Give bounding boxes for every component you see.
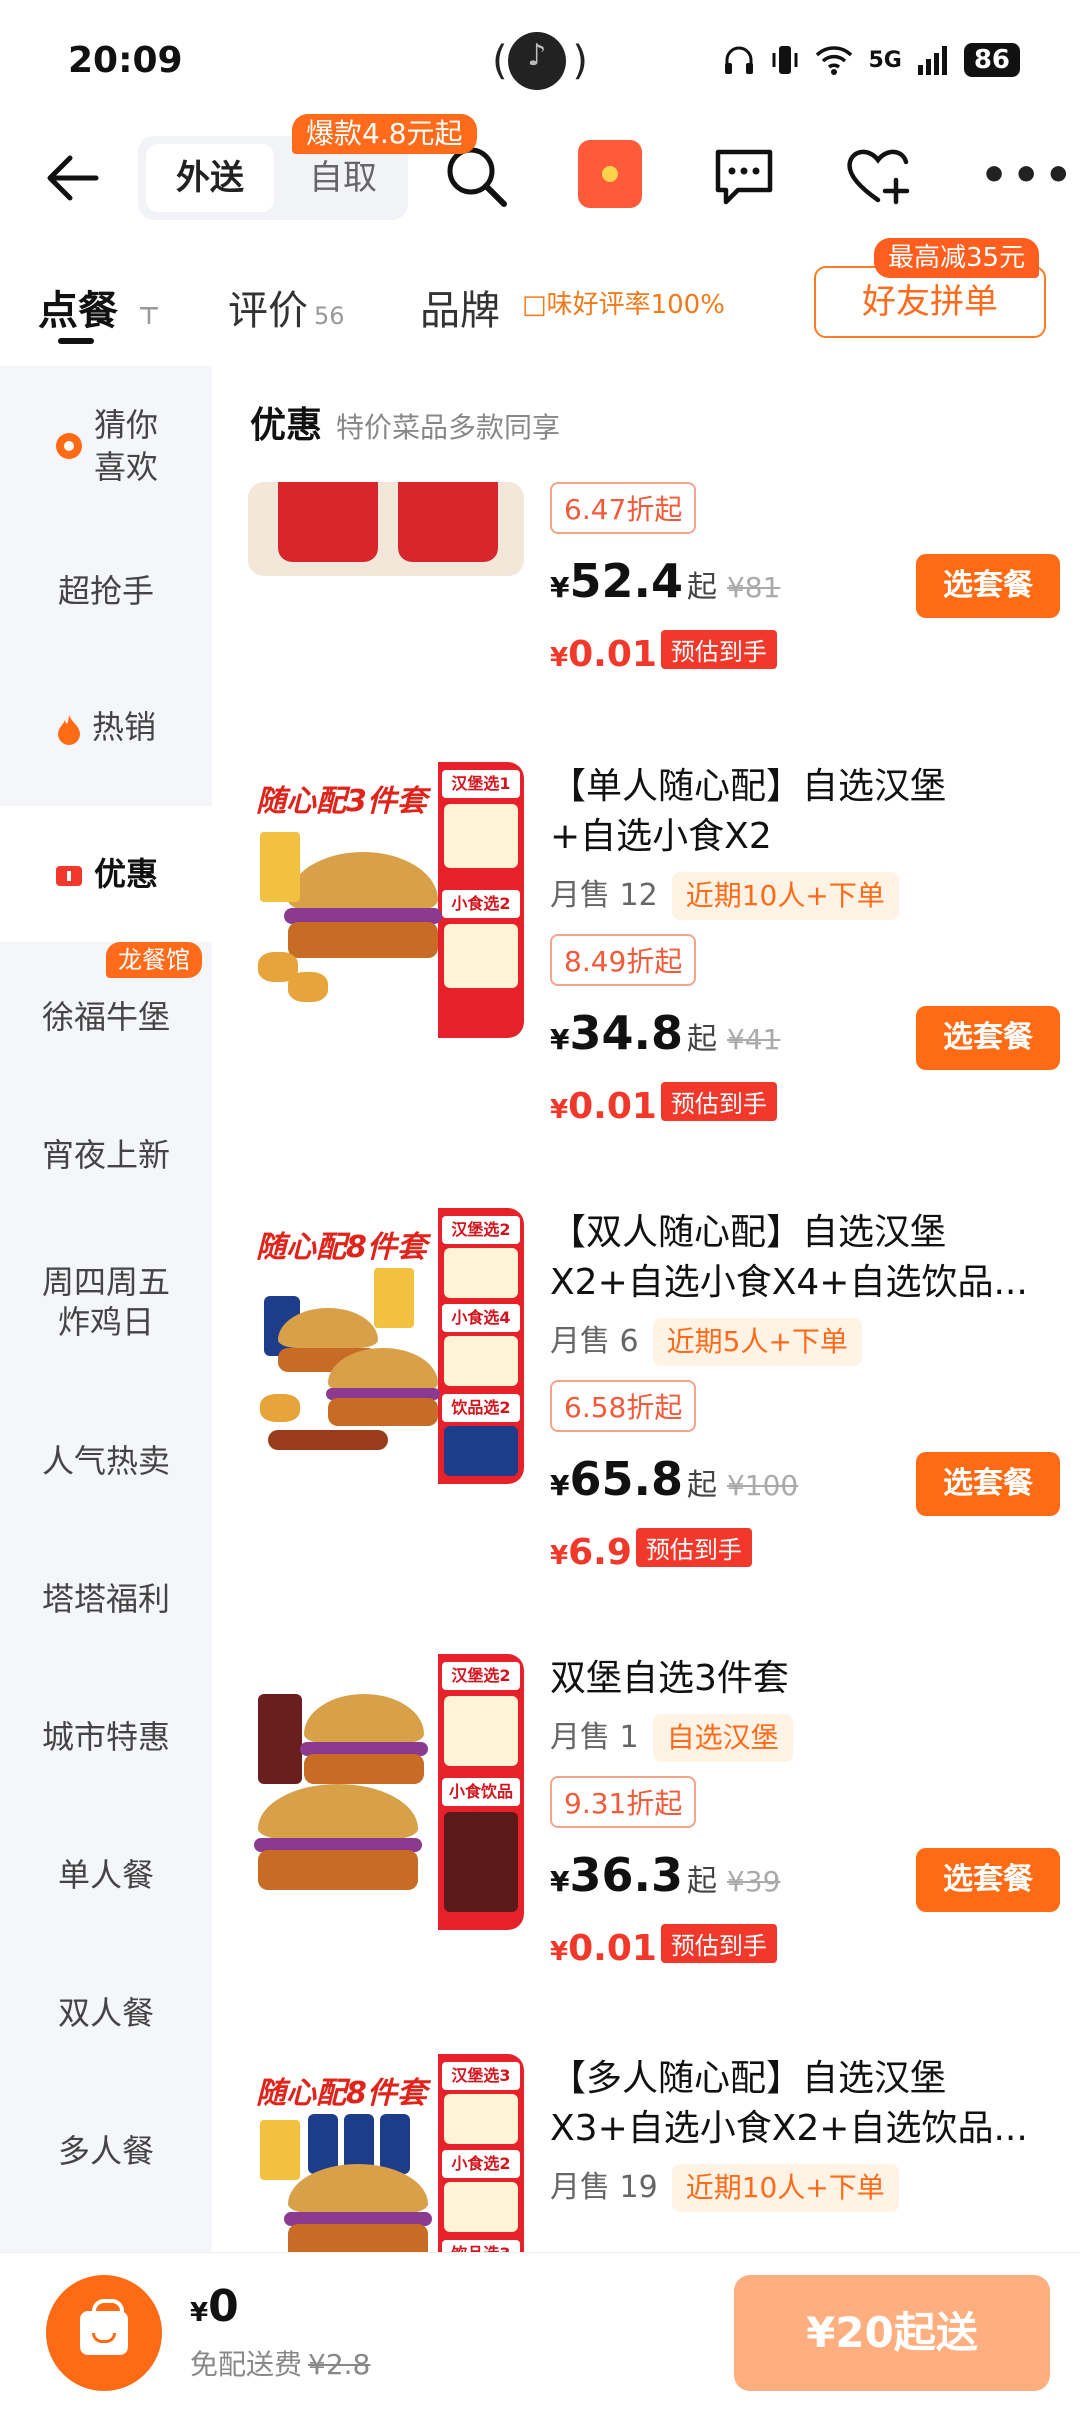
- monthly-sales: 月售 12: [550, 878, 658, 913]
- battery-indicator: 86: [963, 43, 1020, 77]
- discount-badge: 6.47折起: [550, 482, 697, 534]
- vibrate-icon: [770, 43, 800, 77]
- select-combo-button[interactable]: 选套餐: [916, 1452, 1060, 1516]
- sidebar-item-single-meal[interactable]: 单人餐: [0, 1850, 212, 1896]
- music-indicator[interactable]: ( ♪ ): [492, 28, 588, 92]
- product-image: [248, 482, 524, 576]
- recent-orders-tag: 近期10人+下单: [671, 872, 899, 920]
- cart-total: ¥0: [190, 2281, 239, 2332]
- heart-plus-icon: [847, 149, 910, 205]
- estimated-price: ¥0.01: [550, 1086, 657, 1127]
- category-sidebar: 猜你 喜欢 超抢手 热销 优惠 龙餐馆 徐福牛堡 宵夜上新 周四周五 炸鸡日 人…: [0, 366, 212, 2252]
- back-button[interactable]: [40, 146, 104, 210]
- status-bar: 20:09 ( ♪ ) 5G 86: [0, 0, 1080, 120]
- sidebar-item-discount[interactable]: 优惠: [0, 806, 212, 942]
- sidebar-item-tata-welfare[interactable]: 塔塔福利: [0, 1574, 212, 1620]
- product-image: 随心配3件套 汉堡选1 小食选2: [248, 762, 524, 1038]
- estimated-tag: 预估到手: [660, 1082, 777, 1121]
- back-arrow-icon: [47, 155, 99, 201]
- cart-bar: ¥0 免配送费 ¥2.8 ¥20起送: [0, 2252, 1080, 2412]
- estimated-price: ¥0.01: [550, 1928, 657, 1969]
- sidebar-item-best-seller[interactable]: 热销: [0, 702, 212, 748]
- discount-badge: 6.58折起: [550, 1380, 697, 1432]
- eye-icon: [54, 431, 84, 461]
- sidebar-item-popular[interactable]: 人气热卖: [0, 1436, 212, 1482]
- sidebar-item-xufu-burger[interactable]: 徐福牛堡: [0, 992, 212, 1038]
- product-name: 双堡自选3件套: [550, 1658, 789, 1699]
- recent-orders-tag: 近期5人+下单: [652, 1318, 862, 1366]
- wifi-icon: [814, 43, 854, 77]
- discount-badge: 9.31折起: [550, 1776, 697, 1828]
- system-icons: 5G 86: [722, 38, 1020, 82]
- signal-icon: [916, 43, 950, 77]
- section-header: 优惠 特价菜品多款同享: [250, 396, 560, 448]
- product-image: 随心配8件套 汉堡选3 小食选2 饮品选3: [248, 2054, 524, 2252]
- store-tabs: 点餐 ⊤ 评价 56 品牌 □味好评率100% 好友拼单 最高减35元: [0, 238, 1080, 358]
- product-list: 优惠 特价菜品多款同享 6.47折起 ¥52.4 起 ¥81 选套餐 ¥0.01 预估到…: [212, 366, 1080, 2252]
- monthly-sales: 月售 1: [550, 1720, 639, 1755]
- monthly-sales: 月售 19: [550, 2170, 658, 2205]
- estimated-tag: 预估到手: [660, 630, 777, 669]
- promo-tag: 爆款4.8元起: [292, 114, 477, 154]
- tab-order[interactable]: 点餐 ⊤: [38, 278, 160, 336]
- checkout-button[interactable]: ¥20起送: [734, 2275, 1050, 2391]
- sidebar-item-late-night[interactable]: 宵夜上新: [0, 1130, 212, 1176]
- coupon-icon: [54, 861, 84, 891]
- dragon-restaurant-tag: 龙餐馆: [106, 942, 202, 978]
- tab-reviews[interactable]: 评价 56: [228, 278, 345, 336]
- sidebar-item-guess[interactable]: 猜你 喜欢: [0, 404, 212, 488]
- original-price: ¥100: [726, 1469, 799, 1502]
- flame-icon: [56, 713, 82, 745]
- sidebar-item-city-deal[interactable]: 城市特惠: [0, 1712, 212, 1758]
- select-combo-button[interactable]: 选套餐: [916, 1848, 1060, 1912]
- delivery-fee: 免配送费 ¥2.8: [190, 2348, 371, 2381]
- pin-top-icon: ⊤: [137, 302, 160, 330]
- cart-button[interactable]: [46, 2275, 162, 2391]
- message-button[interactable]: [708, 140, 780, 212]
- group-discount-tag: 最高减35元: [874, 238, 1040, 278]
- section-subtitle: 特价菜品多款同享: [336, 411, 561, 444]
- sidebar-item-fried-chicken-day[interactable]: 周四周五 炸鸡日: [0, 1262, 212, 1342]
- discount-badge: 8.49折起: [550, 934, 697, 986]
- top-nav: 外送 自取 •••: [0, 120, 1080, 230]
- product-image: 汉堡选2 小食饮品选1: [248, 1654, 524, 1930]
- estimated-tag: 预估到手: [660, 1924, 777, 1963]
- sidebar-item-hot-grab[interactable]: 超抢手: [0, 566, 212, 612]
- headphones-icon: [722, 43, 756, 77]
- section-title: 优惠: [250, 405, 323, 446]
- choice-tag: 自选汉堡: [652, 1714, 793, 1762]
- recent-orders-tag: 近期10人+下单: [671, 2164, 899, 2212]
- original-price: ¥81: [726, 571, 781, 604]
- product-name: 【多人随心配】自选汉堡 X3+自选小食X2+自选饮品...: [550, 2058, 1028, 2149]
- monthly-sales: 月售 6: [550, 1324, 639, 1359]
- original-price: ¥41: [726, 1023, 781, 1056]
- product-name: 【双人随心配】自选汉堡 X2+自选小食X4+自选饮品...: [550, 1212, 1028, 1303]
- chat-icon: [715, 149, 773, 205]
- product-name: 【单人随心配】自选汉堡 +自选小食X2: [550, 766, 947, 857]
- select-combo-button[interactable]: 选套餐: [916, 1006, 1060, 1070]
- tab-delivery[interactable]: 外送: [146, 144, 274, 212]
- estimated-tag: 预估到手: [635, 1528, 752, 1567]
- thumb-title: 随心配8件套: [256, 1230, 427, 1265]
- rating-badge: □味好评率100%: [522, 290, 725, 320]
- favorite-button[interactable]: [842, 140, 914, 212]
- more-menu-icon[interactable]: •••: [980, 150, 1076, 201]
- thumb-title: 随心配3件套: [256, 784, 427, 819]
- estimated-price: ¥6.9: [550, 1532, 632, 1573]
- red-packet-icon[interactable]: [578, 140, 642, 208]
- sidebar-item-group-meal[interactable]: 多人餐: [0, 2126, 212, 2172]
- select-combo-button[interactable]: 选套餐: [916, 554, 1060, 618]
- original-price: ¥39: [726, 1865, 781, 1898]
- tab-pickup[interactable]: 自取: [288, 144, 398, 212]
- thumb-title: 随心配8件套: [256, 2076, 427, 2111]
- reviews-count: 56: [314, 302, 345, 330]
- sidebar-item-double-meal[interactable]: 双人餐: [0, 1988, 212, 2034]
- network-type: 5G: [868, 47, 902, 73]
- product-image: 随心配8件套 汉堡选2 小食选4 饮品选2: [248, 1208, 524, 1484]
- tab-brand[interactable]: 品牌: [420, 278, 500, 336]
- estimated-price: ¥0.01: [550, 634, 657, 675]
- clock: 20:09: [68, 40, 183, 81]
- music-note-icon: ♪: [527, 38, 547, 73]
- active-tab-indicator: [58, 338, 94, 344]
